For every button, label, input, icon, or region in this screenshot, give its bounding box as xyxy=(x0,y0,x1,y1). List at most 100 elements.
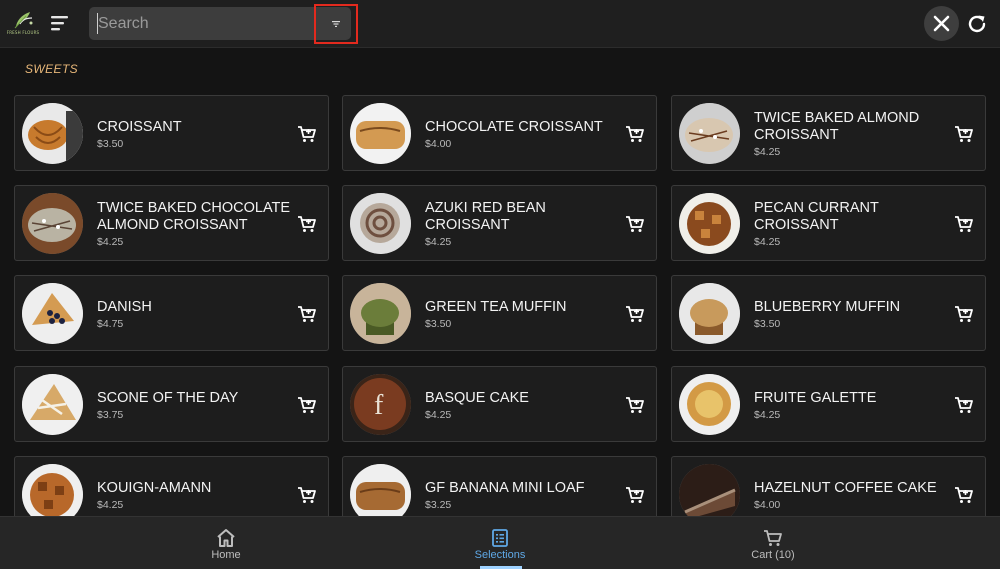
product-price: $4.25 xyxy=(425,408,452,421)
nav-selections[interactable]: Selections xyxy=(440,517,560,569)
product-price: $3.75 xyxy=(97,408,124,421)
product-card[interactable]: KOUIGN-AMANN $4.25 xyxy=(14,456,329,516)
add-to-cart-button[interactable] xyxy=(624,303,646,325)
bottom-nav: Home Selections Cart (10) xyxy=(0,516,1000,569)
product-info: FRUITE GALETTE $4.25 xyxy=(754,367,949,443)
product-name: HAZELNUT COFFEE CAKE xyxy=(754,479,937,496)
product-info: AZUKI RED BEAN CROISSANT $4.25 xyxy=(425,186,620,262)
add-to-cart-button[interactable] xyxy=(296,484,318,506)
product-name: BASQUE CAKE xyxy=(425,389,529,406)
add-to-cart-icon xyxy=(626,487,644,503)
add-to-cart-button[interactable] xyxy=(624,484,646,506)
product-photo xyxy=(22,283,83,344)
product-thumbnail xyxy=(22,464,83,516)
product-photo xyxy=(350,103,411,164)
product-thumbnail xyxy=(679,103,740,164)
product-info: SCONE OF THE DAY $3.75 xyxy=(97,367,292,443)
product-info: GF BANANA MINI LOAF $3.25 xyxy=(425,457,620,516)
product-card[interactable]: CHOCOLATE CROISSANT $4.00 xyxy=(342,95,657,171)
product-name: DANISH xyxy=(97,298,152,315)
product-card[interactable]: AZUKI RED BEAN CROISSANT $4.25 xyxy=(342,185,657,261)
list-icon xyxy=(492,529,508,547)
add-to-cart-icon xyxy=(298,397,316,413)
product-name: CROISSANT xyxy=(97,118,182,135)
nav-cart[interactable]: Cart (10) xyxy=(713,517,833,569)
nav-home[interactable]: Home xyxy=(166,517,286,569)
product-name: GREEN TEA MUFFIN xyxy=(425,298,567,315)
product-card[interactable]: HAZELNUT COFFEE CAKE $4.00 xyxy=(671,456,986,516)
product-name: SCONE OF THE DAY xyxy=(97,389,239,406)
add-to-cart-icon xyxy=(298,306,316,322)
add-to-cart-button[interactable] xyxy=(953,303,975,325)
add-to-cart-button[interactable] xyxy=(624,213,646,235)
add-to-cart-button[interactable] xyxy=(624,394,646,416)
add-to-cart-button[interactable] xyxy=(953,213,975,235)
product-price: $4.75 xyxy=(97,317,124,330)
product-price: $4.25 xyxy=(754,146,781,158)
add-to-cart-icon xyxy=(298,216,316,232)
product-card[interactable]: PECAN CURRANT CROISSANT $4.25 xyxy=(671,185,986,261)
product-price: $3.50 xyxy=(754,317,781,330)
product-thumbnail xyxy=(679,283,740,344)
product-card[interactable]: TWICE BAKED CHOCOLATE ALMOND CROISSANT $… xyxy=(14,185,329,261)
product-info: KOUIGN-AMANN $4.25 xyxy=(97,457,292,516)
add-to-cart-icon xyxy=(626,126,644,142)
add-to-cart-button[interactable] xyxy=(296,123,318,145)
product-thumbnail xyxy=(350,464,411,516)
product-thumbnail: f xyxy=(350,374,411,435)
product-name: KOUIGN-AMANN xyxy=(97,479,212,496)
product-card[interactable]: CROISSANT $3.50 xyxy=(14,95,329,171)
product-name: CHOCOLATE CROISSANT xyxy=(425,118,603,135)
product-price: $4.00 xyxy=(754,498,781,511)
product-price: $4.25 xyxy=(97,236,124,248)
add-to-cart-icon xyxy=(955,487,973,503)
product-info: TWICE BAKED ALMOND CROISSANT $4.25 xyxy=(754,96,949,172)
product-info: TWICE BAKED CHOCOLATE ALMOND CROISSANT $… xyxy=(97,186,292,262)
add-to-cart-button[interactable] xyxy=(953,123,975,145)
product-thumbnail xyxy=(679,464,740,516)
product-info: PECAN CURRANT CROISSANT $4.25 xyxy=(754,186,949,262)
add-to-cart-button[interactable] xyxy=(296,213,318,235)
product-photo xyxy=(22,103,83,164)
add-to-cart-icon xyxy=(626,397,644,413)
product-photo xyxy=(679,193,740,254)
add-to-cart-button[interactable] xyxy=(624,123,646,145)
product-thumbnail xyxy=(22,374,83,435)
product-photo xyxy=(22,193,83,254)
product-photo xyxy=(679,464,740,516)
add-to-cart-button[interactable] xyxy=(296,394,318,416)
product-thumbnail xyxy=(350,193,411,254)
product-card[interactable]: GF BANANA MINI LOAF $3.25 xyxy=(342,456,657,516)
product-name: PECAN CURRANT CROISSANT xyxy=(754,200,879,233)
product-grid: CROISSANT $3.50 CHOCOLATE CROISSANT $4.0… xyxy=(0,0,1000,516)
product-thumbnail xyxy=(22,103,83,164)
product-name: BLUEBERRY MUFFIN xyxy=(754,298,901,315)
add-to-cart-button[interactable] xyxy=(953,394,975,416)
product-card[interactable]: FRUITE GALETTE $4.25 xyxy=(671,366,986,442)
product-card[interactable]: f BASQUE CAKE $4.25 xyxy=(342,366,657,442)
product-thumbnail xyxy=(679,374,740,435)
product-card[interactable]: BLUEBERRY MUFFIN $3.50 xyxy=(671,275,986,351)
product-price: $3.50 xyxy=(425,317,452,330)
add-to-cart-icon xyxy=(298,487,316,503)
product-info: CHOCOLATE CROISSANT $4.00 xyxy=(425,96,620,172)
nav-selections-label: Selections xyxy=(474,549,526,561)
product-name: TWICE BAKED ALMOND CROISSANT xyxy=(754,110,920,143)
product-card[interactable]: TWICE BAKED ALMOND CROISSANT $4.25 xyxy=(671,95,986,171)
product-photo xyxy=(679,283,740,344)
product-card[interactable]: SCONE OF THE DAY $3.75 xyxy=(14,366,329,442)
product-price: $4.25 xyxy=(97,498,124,511)
add-to-cart-button[interactable] xyxy=(953,484,975,506)
product-card[interactable]: GREEN TEA MUFFIN $3.50 xyxy=(342,275,657,351)
product-info: CROISSANT $3.50 xyxy=(97,96,292,172)
nav-cart-label: Cart (10) xyxy=(751,549,795,561)
add-to-cart-icon xyxy=(626,216,644,232)
add-to-cart-icon xyxy=(626,306,644,322)
product-card[interactable]: DANISH $4.75 xyxy=(14,275,329,351)
product-photo xyxy=(350,464,411,516)
product-thumbnail xyxy=(350,103,411,164)
product-price: $4.25 xyxy=(754,236,781,248)
product-name: GF BANANA MINI LOAF xyxy=(425,479,585,496)
add-to-cart-button[interactable] xyxy=(296,303,318,325)
cart-icon xyxy=(764,530,782,546)
